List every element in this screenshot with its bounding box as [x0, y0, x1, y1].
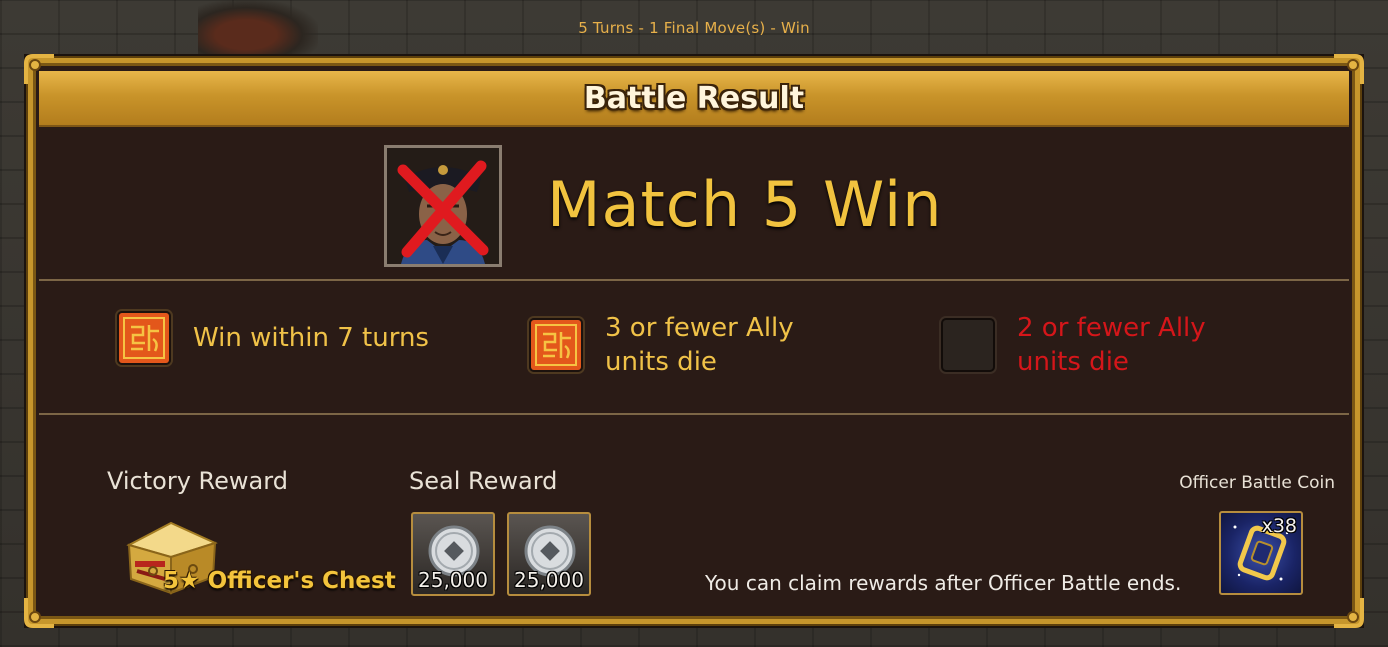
- mission-item: Win within 7 turns: [117, 311, 453, 365]
- seal-reward-label: Seal Reward: [409, 467, 558, 495]
- frame-corner-ornament-icon: [1331, 595, 1365, 629]
- coin-quantity: x38: [1261, 515, 1297, 537]
- defeated-officer-portrait-icon: [384, 145, 502, 267]
- reward-amount: 25,000: [514, 568, 584, 592]
- seal-stamp-icon: [117, 311, 171, 365]
- claim-rewards-note: You can claim rewards after Officer Batt…: [705, 571, 1182, 595]
- victory-reward-item-name: 5★ Officer's Chest: [163, 568, 396, 594]
- battle-status-line: 5 Turns - 1 Final Move(s) - Win: [578, 19, 810, 37]
- frame-corner-ornament-icon: [23, 595, 57, 629]
- divider: [39, 413, 1349, 415]
- title-bar: Battle Result: [39, 71, 1349, 127]
- panel-title: Battle Result: [583, 80, 805, 116]
- victory-reward-label: Victory Reward: [107, 467, 288, 495]
- empty-seal-slot: [941, 318, 995, 372]
- mission-text: Win within 7 turns: [193, 323, 429, 353]
- divider: [39, 279, 1349, 281]
- seal-stamp-icon: [529, 318, 583, 372]
- battle-result-panel: Battle Result Match 5 Win Win within 7 t…: [24, 54, 1364, 628]
- match-result-title: Match 5 Win: [547, 168, 943, 241]
- mission-text-failed: 2 or fewer Ally units die: [1017, 313, 1206, 377]
- seal-reward-item[interactable]: 25,000: [507, 512, 591, 596]
- mission-item: 3 or fewer Ally units die: [529, 311, 845, 379]
- officer-battle-coin-item[interactable]: x38: [1219, 511, 1303, 595]
- seal-reward-item[interactable]: 25,000: [411, 512, 495, 596]
- mission-item: 2 or fewer Ally units die: [941, 311, 1257, 379]
- officer-battle-coin-label: Officer Battle Coin: [1179, 473, 1335, 493]
- reward-amount: 25,000: [418, 568, 488, 592]
- mission-text: 3 or fewer Ally units die: [605, 313, 794, 377]
